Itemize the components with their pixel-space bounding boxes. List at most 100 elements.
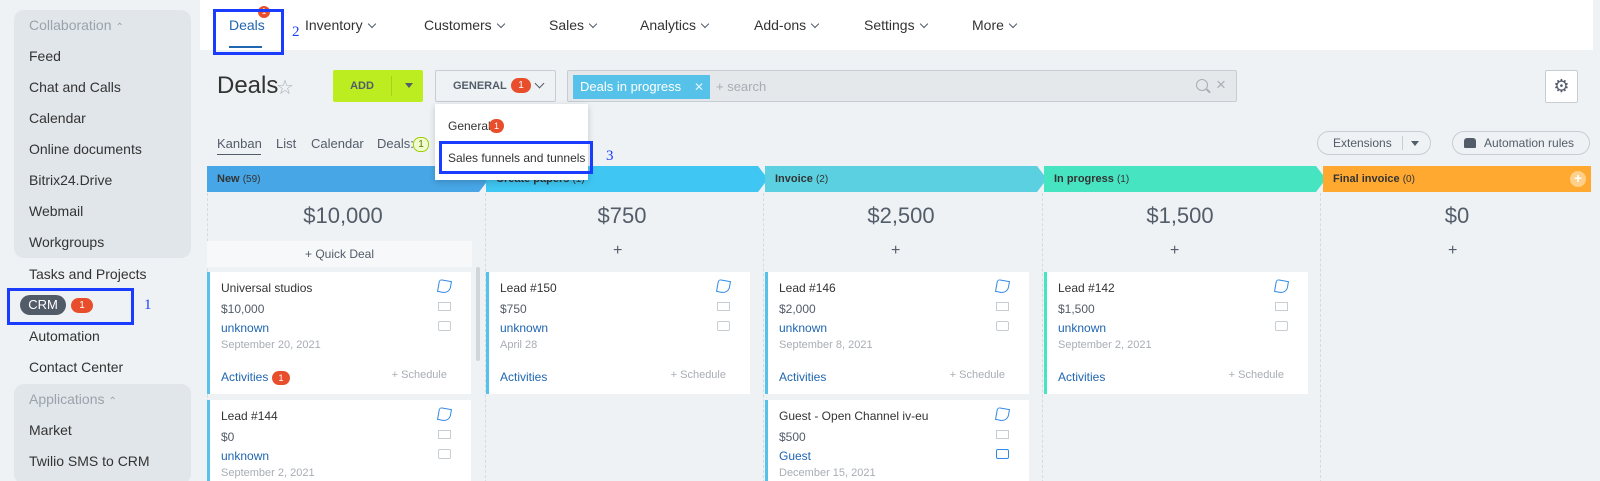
- sidebar-item-automation[interactable]: Automation: [29, 328, 100, 344]
- menu-item-general[interactable]: General: [448, 119, 491, 133]
- deal-amount: $750: [500, 302, 527, 316]
- caret-down-icon[interactable]: [1411, 141, 1419, 146]
- mail-icon[interactable]: [996, 302, 1009, 311]
- deal-title[interactable]: Lead #142: [1058, 281, 1115, 295]
- deal-card[interactable]: Lead #144 $0 unknown September 2, 2021: [207, 400, 471, 481]
- clear-icon[interactable]: ×: [1216, 75, 1226, 95]
- tab-add-ons[interactable]: Add-ons: [754, 17, 820, 33]
- schedule-link[interactable]: + Schedule: [392, 369, 447, 381]
- gear-icon[interactable]: ⚙: [1545, 70, 1578, 103]
- phone-icon[interactable]: [715, 278, 732, 295]
- star-icon[interactable]: ☆: [276, 75, 294, 100]
- tab-more[interactable]: More: [972, 17, 1018, 33]
- mail-icon[interactable]: [438, 302, 451, 311]
- add-deal-icon[interactable]: +: [1448, 242, 1457, 260]
- activities-link[interactable]: Activities: [1058, 370, 1105, 384]
- mail-icon[interactable]: [438, 430, 451, 439]
- deal-client[interactable]: unknown: [221, 449, 269, 463]
- deal-title[interactable]: Universal studios: [221, 281, 312, 295]
- tab-analytics[interactable]: Analytics: [640, 17, 710, 33]
- deal-title[interactable]: Guest - Open Channel iv-eu: [779, 409, 928, 423]
- deal-date: September 20, 2021: [221, 339, 321, 351]
- add-deal-icon[interactable]: +: [891, 242, 900, 260]
- mail-icon[interactable]: [1275, 302, 1288, 311]
- filter-search-bar[interactable]: Deals in progress ✕ + search ×: [567, 70, 1237, 102]
- activities-link[interactable]: Activities: [500, 370, 547, 384]
- chat-icon[interactable]: [438, 449, 451, 459]
- view-tab-calendar[interactable]: Calendar: [311, 136, 364, 151]
- search-icon[interactable]: [1196, 79, 1208, 91]
- applications-header[interactable]: Applications ⌃: [29, 391, 117, 407]
- sidebar-item-webmail[interactable]: Webmail: [29, 203, 83, 219]
- sidebar-item-market[interactable]: Market: [29, 422, 72, 438]
- add-button[interactable]: ADD: [333, 70, 423, 102]
- sidebar-item-calendar[interactable]: Calendar: [29, 110, 86, 126]
- deal-card[interactable]: Guest - Open Channel iv-eu $500 Guest De…: [765, 400, 1029, 481]
- schedule-link[interactable]: + Schedule: [671, 369, 726, 381]
- column-scrollbar[interactable]: [476, 267, 480, 361]
- deal-title[interactable]: Lead #150: [500, 281, 557, 295]
- caret-down-icon[interactable]: [405, 83, 413, 88]
- add-deal-icon[interactable]: +: [1170, 242, 1179, 260]
- stage-header-in-progress[interactable]: In progress (1): [1044, 166, 1326, 192]
- deal-title[interactable]: Lead #146: [779, 281, 836, 295]
- phone-icon[interactable]: [436, 278, 453, 295]
- sidebar-item-chat[interactable]: Chat and Calls: [29, 79, 121, 95]
- search-input[interactable]: + search: [716, 79, 766, 94]
- sidebar-item-workgroups[interactable]: Workgroups: [29, 234, 104, 250]
- deals-counter[interactable]: 1: [413, 137, 429, 152]
- view-tab-kanban[interactable]: Kanban: [217, 136, 262, 151]
- deal-card[interactable]: Lead #150 $750 unknown April 28 Activiti…: [486, 272, 750, 394]
- chat-icon[interactable]: [438, 321, 451, 331]
- extensions-button[interactable]: Extensions: [1317, 131, 1431, 155]
- deal-client[interactable]: unknown: [1058, 321, 1106, 335]
- sidebar-item-drive[interactable]: Bitrix24.Drive: [29, 172, 112, 188]
- tab-settings[interactable]: Settings: [864, 17, 928, 33]
- stage-header-final-invoice[interactable]: Final invoice (0) +: [1323, 166, 1591, 192]
- schedule-link[interactable]: + Schedule: [950, 369, 1005, 381]
- schedule-link[interactable]: + Schedule: [1229, 369, 1284, 381]
- phone-icon[interactable]: [994, 406, 1011, 423]
- collaboration-header[interactable]: Collaboration ⌃: [29, 17, 124, 33]
- activities-link[interactable]: Activities: [779, 370, 826, 384]
- add-deal-icon[interactable]: +: [613, 242, 622, 260]
- tab-customers[interactable]: Customers: [424, 17, 505, 33]
- deal-client[interactable]: unknown: [221, 321, 269, 335]
- annotation-label-3: 3: [606, 148, 614, 164]
- view-tab-list[interactable]: List: [276, 136, 296, 151]
- automation-rules-button[interactable]: Automation rules: [1452, 131, 1590, 155]
- annotation-box-2: [213, 9, 284, 55]
- robot-icon: [1464, 138, 1476, 148]
- sidebar-item-twilio[interactable]: Twilio SMS to CRM: [29, 453, 150, 469]
- chat-icon[interactable]: [996, 449, 1009, 459]
- pipeline-selector[interactable]: GENERAL 1: [435, 70, 556, 102]
- close-icon[interactable]: ✕: [694, 75, 704, 99]
- deal-client[interactable]: Guest: [779, 449, 811, 463]
- deal-client[interactable]: unknown: [500, 321, 548, 335]
- mail-icon[interactable]: [717, 302, 730, 311]
- chat-icon[interactable]: [717, 321, 730, 331]
- sidebar-item-feed[interactable]: Feed: [29, 48, 61, 64]
- phone-icon[interactable]: [994, 278, 1011, 295]
- phone-icon[interactable]: [1273, 278, 1290, 295]
- phone-icon[interactable]: [436, 406, 453, 423]
- chat-icon[interactable]: [996, 321, 1009, 331]
- deal-title[interactable]: Lead #144: [221, 409, 278, 423]
- add-stage-icon[interactable]: +: [1570, 171, 1586, 187]
- quick-deal-button[interactable]: + Quick Deal: [207, 241, 472, 267]
- sidebar-item-contact-center[interactable]: Contact Center: [29, 359, 123, 375]
- activities-link[interactable]: Activities: [221, 370, 268, 384]
- sidebar-item-tasks[interactable]: Tasks and Projects: [29, 266, 147, 282]
- deal-card[interactable]: Lead #146 $2,000 unknown September 8, 20…: [765, 272, 1029, 394]
- mail-icon[interactable]: [996, 430, 1009, 439]
- deal-card[interactable]: Lead #142 $1,500 unknown September 2, 20…: [1044, 272, 1308, 394]
- menu-item-badge: 1: [489, 119, 504, 133]
- filter-tag[interactable]: Deals in progress ✕: [573, 75, 710, 99]
- deal-card[interactable]: Universal studios $10,000 unknown Septem…: [207, 272, 471, 394]
- tab-inventory[interactable]: Inventory: [305, 17, 376, 33]
- chat-icon[interactable]: [1275, 321, 1288, 331]
- sidebar-item-online-documents[interactable]: Online documents: [29, 141, 142, 157]
- stage-header-invoice[interactable]: Invoice (2): [765, 166, 1047, 192]
- tab-sales[interactable]: Sales: [549, 17, 598, 33]
- deal-client[interactable]: unknown: [779, 321, 827, 335]
